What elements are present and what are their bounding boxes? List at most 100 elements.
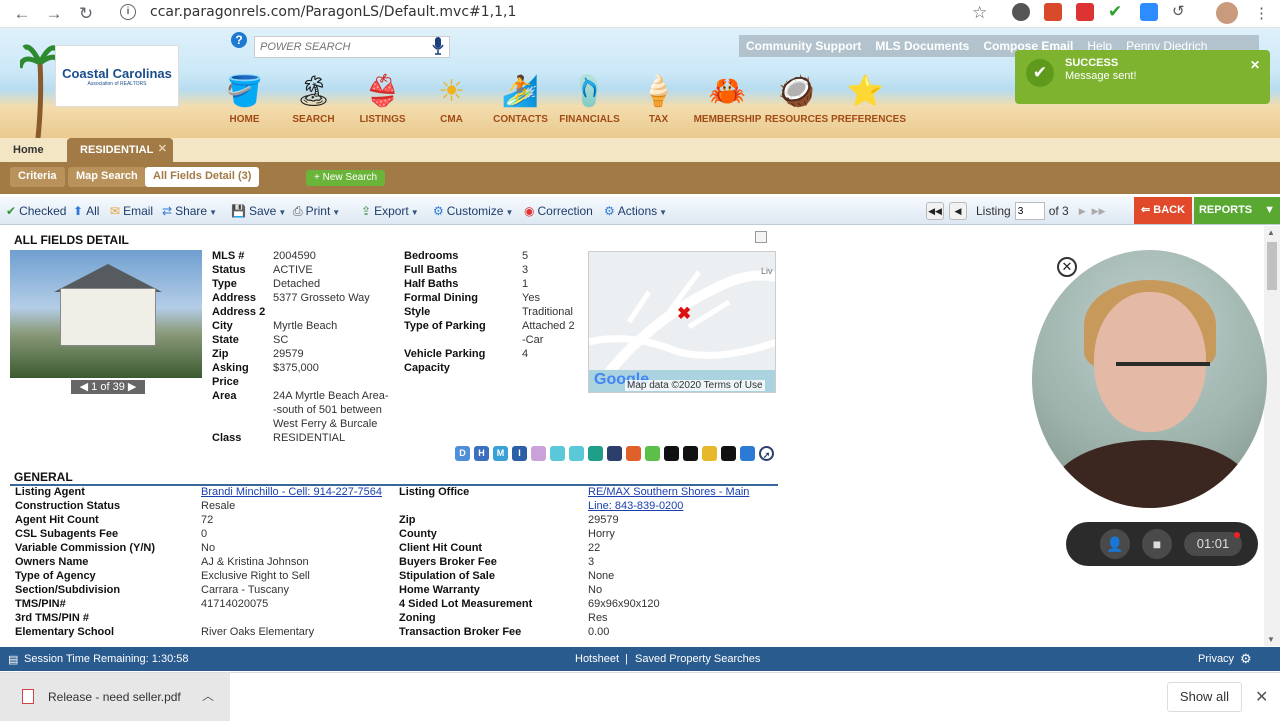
general-field-value[interactable]: Brandi Minchillo - Cell: 914-227-7564 bbox=[201, 486, 382, 498]
export-icon[interactable] bbox=[588, 446, 603, 461]
menu-resources[interactable]: 🥥 RESOURCES bbox=[762, 70, 831, 126]
customize-button[interactable]: ⚙ Customize ▼ bbox=[433, 204, 513, 218]
download-item[interactable]: Release - need seller.pdf ︿ bbox=[0, 673, 230, 721]
email-button[interactable]: ✉ Email bbox=[110, 204, 153, 218]
badge-m[interactable]: M bbox=[493, 446, 508, 461]
address-bar[interactable]: i ccar.paragonrels.com/ParagonLS/Default… bbox=[112, 1, 1000, 23]
menu-cma[interactable]: ☀ CMA bbox=[417, 70, 486, 126]
info-icon[interactable]: i bbox=[120, 4, 136, 20]
back-button[interactable]: ⇐ BACK bbox=[1134, 197, 1192, 224]
reload-icon[interactable]: ↻ bbox=[70, 0, 102, 28]
actions-button[interactable]: ⚙ Actions ▼ bbox=[604, 204, 667, 218]
walk-icon[interactable] bbox=[645, 446, 660, 461]
help-icon[interactable]: ? bbox=[231, 32, 247, 48]
menu-listings[interactable]: 👙 LISTINGS bbox=[348, 70, 417, 126]
association-logo[interactable]: Coastal Carolinas Association of REALTOR… bbox=[55, 45, 179, 107]
badge-i[interactable]: I bbox=[512, 446, 527, 461]
select-checkbox[interactable] bbox=[755, 231, 767, 243]
general-field-value[interactable]: RE/MAX Southern Shores - Main bbox=[588, 486, 749, 498]
photo-pager[interactable]: ◀ 1 of 39 ▶ bbox=[71, 380, 145, 394]
checked-button[interactable]: ✔ Checked bbox=[6, 204, 66, 218]
property-photo[interactable] bbox=[10, 250, 202, 378]
bookmark-star-icon[interactable]: ☆ bbox=[972, 3, 987, 23]
cma-icon[interactable] bbox=[569, 446, 584, 461]
all-button[interactable]: ⬆ All bbox=[73, 204, 99, 218]
house-icon[interactable] bbox=[740, 446, 755, 461]
office-extension-icon[interactable] bbox=[1044, 3, 1062, 21]
close-tab-icon[interactable]: ✕ bbox=[158, 142, 167, 155]
location-map[interactable]: Liv ✖ Google Map data ©2020 Terms of Use bbox=[588, 251, 776, 393]
zoom-extension-icon[interactable] bbox=[1140, 3, 1158, 21]
scroll-up-icon[interactable]: ▲ bbox=[1267, 228, 1275, 237]
profile-avatar[interactable] bbox=[1216, 2, 1238, 24]
stop-recording-icon[interactable]: ■ bbox=[1142, 529, 1172, 559]
show-all-button[interactable]: Show all bbox=[1167, 682, 1242, 712]
reports-button[interactable]: REPORTS ▼ bbox=[1194, 197, 1280, 224]
general-field-value[interactable]: Line: 843-839-0200 bbox=[588, 500, 683, 512]
menu-financials[interactable]: 🩴 FINANCIALS bbox=[555, 70, 624, 126]
home-icon[interactable] bbox=[626, 446, 641, 461]
extension-icon[interactable] bbox=[1012, 3, 1030, 21]
close-icon[interactable]: ✕ bbox=[1255, 687, 1268, 707]
menu-contacts[interactable]: 🏄 CONTACTS bbox=[486, 70, 555, 126]
tab-home[interactable]: Home bbox=[13, 144, 44, 156]
badge-d[interactable]: D bbox=[455, 446, 470, 461]
close-icon[interactable]: ✕ bbox=[1250, 58, 1260, 72]
photo-icon[interactable] bbox=[607, 446, 622, 461]
video-icon[interactable] bbox=[721, 446, 736, 461]
saved-searches-link[interactable]: Saved Property Searches bbox=[635, 653, 760, 665]
share-circle-icon[interactable]: ➚ bbox=[759, 446, 774, 461]
menu-search[interactable]: 🏝 SEARCH bbox=[279, 70, 348, 126]
print-button[interactable]: ⎙ Print ▼ bbox=[293, 204, 340, 219]
refresh-extension-icon[interactable]: ↺ bbox=[1172, 3, 1190, 21]
webcam-bubble[interactable] bbox=[1032, 250, 1267, 508]
general-field-value: 3 bbox=[588, 556, 595, 568]
power-search-input[interactable] bbox=[254, 36, 450, 58]
forward-arrow-icon[interactable]: → bbox=[38, 0, 70, 28]
privacy-link[interactable]: Privacy bbox=[1198, 653, 1234, 665]
map-attribution[interactable]: Map data ©2020 Terms of Use bbox=[625, 380, 765, 391]
community-support-link[interactable]: Community Support bbox=[739, 39, 868, 53]
microphone-icon[interactable] bbox=[432, 37, 444, 55]
general-field-value: AJ & Kristina Johnson bbox=[201, 556, 309, 568]
camera-person-icon[interactable]: 👤 bbox=[1100, 529, 1130, 559]
tab-criteria[interactable]: Criteria bbox=[10, 167, 65, 187]
save-button[interactable]: 💾 Save ▼ bbox=[231, 204, 286, 218]
close-webcam-icon[interactable]: ✕ bbox=[1057, 257, 1077, 277]
content-scrollbar[interactable]: ▲ ▼ bbox=[1264, 226, 1280, 646]
back-arrow-icon[interactable]: ← bbox=[6, 0, 38, 28]
browser-menu-icon[interactable]: ⋮ bbox=[1254, 4, 1269, 22]
module-tabs: Home RESIDENTIAL ✕ bbox=[0, 138, 1280, 162]
scroll-down-icon[interactable]: ▼ bbox=[1267, 635, 1275, 644]
pdf-extension-icon[interactable] bbox=[1076, 3, 1094, 21]
tag-icon[interactable] bbox=[702, 446, 717, 461]
last-page-icon[interactable]: ▶▶ bbox=[1092, 206, 1106, 217]
tab-residential[interactable]: RESIDENTIAL ✕ bbox=[67, 138, 173, 162]
badge-h[interactable]: H bbox=[474, 446, 489, 461]
menu-tax[interactable]: 🍦 TAX bbox=[624, 70, 693, 126]
next-page-icon[interactable]: ▶ bbox=[1079, 206, 1086, 217]
mls-documents-link[interactable]: MLS Documents bbox=[868, 39, 976, 53]
new-search-button[interactable]: + New Search bbox=[306, 170, 386, 186]
menu-preferences[interactable]: ⭐ PREFERENCES bbox=[831, 70, 906, 126]
correction-button[interactable]: ◉ Correction bbox=[524, 204, 593, 218]
media-icon[interactable] bbox=[683, 446, 698, 461]
tab-map-search[interactable]: Map Search bbox=[68, 167, 146, 187]
prev-page-icon[interactable]: ◀ bbox=[949, 202, 967, 220]
menu-membership[interactable]: 🦀 MEMBERSHIP bbox=[693, 70, 762, 126]
first-page-icon[interactable]: ◀◀ bbox=[926, 202, 944, 220]
chevron-up-icon[interactable]: ︿ bbox=[202, 687, 214, 704]
hotsheet-link[interactable]: Hotsheet bbox=[575, 653, 619, 665]
tab-all-fields-detail[interactable]: All Fields Detail (3) bbox=[145, 167, 260, 187]
check-extension-icon[interactable]: ✔ bbox=[1108, 3, 1126, 21]
gear-icon[interactable]: ⚙ bbox=[1240, 651, 1252, 667]
cma-icon[interactable] bbox=[550, 446, 565, 461]
scrollbar-thumb[interactable] bbox=[1267, 242, 1277, 290]
social-icon[interactable] bbox=[531, 446, 546, 461]
export-button[interactable]: ⇪ Export ▼ bbox=[361, 204, 419, 218]
menu-home[interactable]: 🪣 HOME bbox=[210, 70, 279, 126]
up-arrow-icon: ⬆ bbox=[73, 204, 84, 218]
share-button[interactable]: ⇄ Share ▼ bbox=[162, 204, 217, 218]
car-icon[interactable] bbox=[664, 446, 679, 461]
listing-number-input[interactable] bbox=[1014, 202, 1045, 220]
